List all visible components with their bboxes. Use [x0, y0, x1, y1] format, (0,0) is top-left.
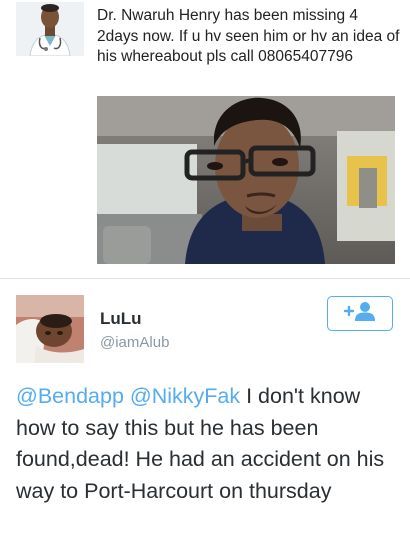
user-handle[interactable]: @iamAlub: [100, 334, 169, 351]
tweet-missing-person[interactable]: Dr. Nwaruh Henry has been missing 4 2day…: [0, 0, 410, 278]
mention-link[interactable]: @NikkyFak: [130, 384, 240, 408]
mention-link[interactable]: @Bendapp: [16, 384, 124, 408]
tweet-photo[interactable]: [97, 96, 395, 264]
tweet-divider: [0, 278, 410, 279]
lulu-avatar[interactable]: [16, 295, 84, 363]
doctor-avatar[interactable]: [16, 2, 84, 56]
user-name[interactable]: LuLu: [100, 309, 142, 329]
add-user-icon: [342, 300, 378, 327]
reply-tweet-text: @Bendapp @NikkyFak I don't know how to s…: [16, 381, 401, 507]
tweet-text: Dr. Nwaruh Henry has been missing 4 2day…: [97, 7, 404, 65]
follow-button[interactable]: [327, 296, 393, 331]
